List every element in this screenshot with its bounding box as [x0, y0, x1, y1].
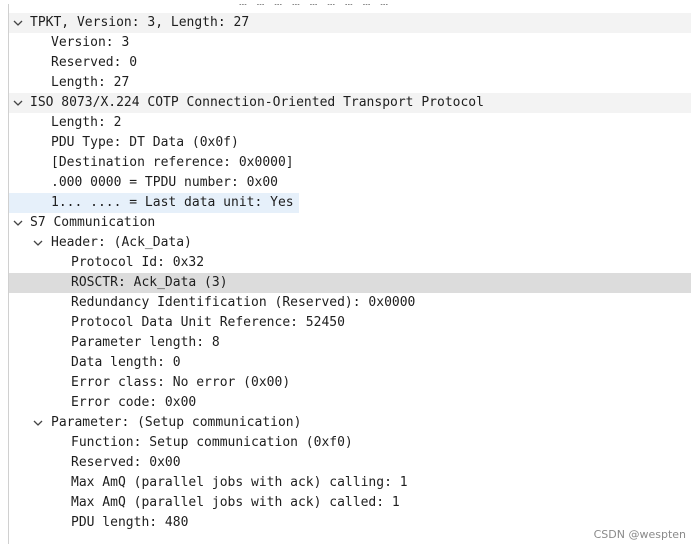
s7-pdu-reference: Protocol Data Unit Reference: 52450 [71, 315, 345, 330]
tree-leaf[interactable]: Redundancy Identification (Reserved): 0x… [9, 293, 691, 313]
s7-pdu-length: PDU length: 480 [71, 515, 189, 530]
cotp-last-data-unit: 1... .... = Last data unit: Yes [51, 195, 294, 210]
tree-node-cotp[interactable]: ISO 8073/X.224 COTP Connection-Oriented … [9, 93, 691, 113]
cotp-header-label: ISO 8073/X.224 COTP Connection-Oriented … [30, 95, 484, 110]
s7-data-length: Data length: 0 [71, 355, 181, 370]
clipped-row-text: … … … … … … … … … [239, 4, 389, 8]
chevron-down-icon[interactable] [33, 238, 43, 248]
watermark: CSDN @wespten [593, 528, 686, 541]
cotp-tpdu-number: .000 0000 = TPDU number: 0x00 [51, 175, 278, 190]
s7-parameter-length: Parameter length: 8 [71, 335, 220, 350]
s7-function: Function: Setup communication (0xf0) [71, 435, 353, 450]
packet-details-tree: … … … … … … … … … TPKT, Version: 3, Leng… [8, 4, 691, 544]
tree-leaf[interactable]: PDU Type: DT Data (0x0f) [9, 133, 691, 153]
clipped-previous-row: … … … … … … … … … [9, 4, 691, 8]
s7-error-class: Error class: No error (0x00) [71, 375, 291, 390]
tpkt-version: Version: 3 [51, 35, 130, 50]
s7-rosctr: ROSCTR: Ack_Data (3) [71, 275, 228, 290]
tree-node-s7-header[interactable]: Header: (Ack_Data) [9, 233, 691, 253]
tree-node-s7-parameter[interactable]: Parameter: (Setup communication) [9, 413, 691, 433]
tree-leaf[interactable]: Version: 3 [9, 33, 691, 53]
chevron-down-icon[interactable] [13, 98, 23, 108]
tree-leaf[interactable]: Data length: 0 [9, 353, 691, 373]
chevron-down-icon[interactable] [13, 18, 23, 28]
s7-redundancy-identification: Redundancy Identification (Reserved): 0x… [71, 295, 416, 310]
tree-leaf-highlighted[interactable]: ROSCTR: Ack_Data (3) [9, 273, 691, 293]
tree-node-s7[interactable]: S7 Communication [9, 213, 691, 233]
tree-leaf[interactable]: Parameter length: 8 [9, 333, 691, 353]
tree-leaf[interactable]: Reserved: 0x00 [9, 453, 691, 473]
tree-leaf[interactable]: .000 0000 = TPDU number: 0x00 [9, 173, 691, 193]
tree-leaf[interactable]: Max AmQ (parallel jobs with ack) called:… [9, 493, 691, 513]
tree-node-tpkt[interactable]: TPKT, Version: 3, Length: 27 [9, 13, 691, 33]
s7-param-reserved: Reserved: 0x00 [71, 455, 181, 470]
tree-leaf[interactable]: Protocol Id: 0x32 [9, 253, 691, 273]
s7-max-amq-calling: Max AmQ (parallel jobs with ack) calling… [71, 475, 408, 490]
tree-leaf-selected[interactable]: 1... .... = Last data unit: Yes [9, 193, 299, 213]
cotp-pdu-type: PDU Type: DT Data (0x0f) [51, 135, 239, 150]
s7-max-amq-called: Max AmQ (parallel jobs with ack) called:… [71, 495, 400, 510]
tree-leaf[interactable]: Length: 27 [9, 73, 691, 93]
chevron-down-icon[interactable] [33, 418, 43, 428]
tree-leaf[interactable]: Reserved: 0 [9, 53, 691, 73]
tpkt-header-label: TPKT, Version: 3, Length: 27 [30, 15, 250, 30]
s7-parameter-subtree-label: Parameter: (Setup communication) [51, 415, 302, 430]
tree-leaf[interactable]: Error class: No error (0x00) [9, 373, 691, 393]
tree-leaf[interactable]: Length: 2 [9, 113, 691, 133]
chevron-down-icon[interactable] [13, 218, 23, 228]
tree-leaf[interactable]: Max AmQ (parallel jobs with ack) calling… [9, 473, 691, 493]
tree-leaf[interactable]: PDU length: 480 [9, 513, 691, 533]
tree-leaf[interactable]: Protocol Data Unit Reference: 52450 [9, 313, 691, 333]
cotp-length: Length: 2 [51, 115, 122, 130]
tree-leaf[interactable]: Function: Setup communication (0xf0) [9, 433, 691, 453]
cotp-destination-reference: [Destination reference: 0x0000] [51, 155, 294, 170]
tpkt-reserved: Reserved: 0 [51, 55, 138, 70]
tree-leaf[interactable]: [Destination reference: 0x0000] [9, 153, 691, 173]
s7-header-subtree-label: Header: (Ack_Data) [51, 235, 192, 250]
tpkt-length: Length: 27 [51, 75, 130, 90]
s7-error-code: Error code: 0x00 [71, 395, 197, 410]
s7-protocol-id: Protocol Id: 0x32 [71, 255, 205, 270]
s7-header-label: S7 Communication [30, 215, 156, 230]
tree-leaf[interactable]: Error code: 0x00 [9, 393, 691, 413]
